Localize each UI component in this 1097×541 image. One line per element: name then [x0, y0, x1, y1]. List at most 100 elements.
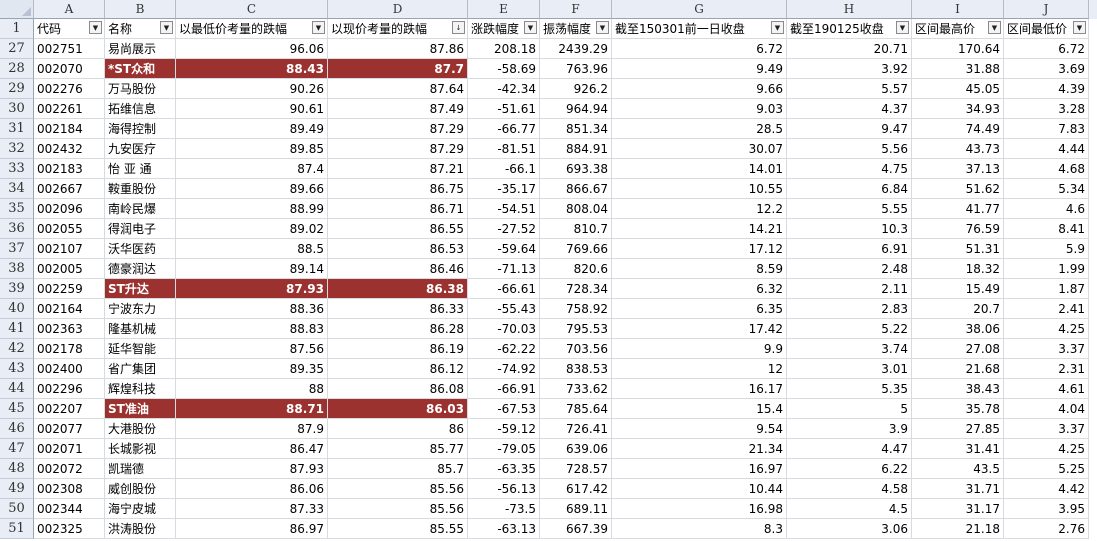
cell-a[interactable]: 002178: [34, 339, 105, 359]
cell-a[interactable]: 002751: [34, 39, 105, 59]
header-cell[interactable]: 截至190125收盘 ▼: [787, 19, 912, 39]
cell-h[interactable]: 5.55: [787, 199, 912, 219]
cell-e[interactable]: -54.51: [468, 199, 540, 219]
cell-e[interactable]: -56.13: [468, 479, 540, 499]
row-number[interactable]: 32: [0, 139, 34, 159]
cell-c[interactable]: 88.71: [176, 399, 328, 419]
cell-i[interactable]: 51.31: [912, 239, 1004, 259]
row-number[interactable]: 28: [0, 59, 34, 79]
cell-b[interactable]: 延华智能: [105, 339, 176, 359]
cell-h[interactable]: 6.91: [787, 239, 912, 259]
cell-f[interactable]: 639.06: [540, 439, 612, 459]
cell-i[interactable]: 37.13: [912, 159, 1004, 179]
cell-a[interactable]: 002276: [34, 79, 105, 99]
cell-j[interactable]: 5.9: [1004, 239, 1089, 259]
cell-d[interactable]: 86: [328, 419, 468, 439]
cell-h[interactable]: 3.74: [787, 339, 912, 359]
cell-g[interactable]: 6.35: [612, 299, 787, 319]
column-header-j[interactable]: J: [1004, 0, 1089, 19]
cell-b[interactable]: 海得控制: [105, 119, 176, 139]
cell-b[interactable]: 沃华医药: [105, 239, 176, 259]
cell-a[interactable]: 002308: [34, 479, 105, 499]
cell-b[interactable]: 得润电子: [105, 219, 176, 239]
cell-i[interactable]: 43.73: [912, 139, 1004, 159]
cell-e[interactable]: -74.92: [468, 359, 540, 379]
cell-d[interactable]: 86.71: [328, 199, 468, 219]
cell-j[interactable]: 2.76: [1004, 519, 1089, 539]
dropdown-icon[interactable]: ▼: [896, 21, 909, 34]
cell-h[interactable]: 5.35: [787, 379, 912, 399]
row-number[interactable]: 46: [0, 419, 34, 439]
cell-f[interactable]: 617.42: [540, 479, 612, 499]
cell-g[interactable]: 10.44: [612, 479, 787, 499]
cell-h[interactable]: 4.5: [787, 499, 912, 519]
cell-d[interactable]: 86.03: [328, 399, 468, 419]
cell-e[interactable]: 208.18: [468, 39, 540, 59]
cell-f[interactable]: 763.96: [540, 59, 612, 79]
cell-a[interactable]: 002077: [34, 419, 105, 439]
cell-f[interactable]: 964.94: [540, 99, 612, 119]
row-number[interactable]: 29: [0, 79, 34, 99]
cell-i[interactable]: 38.06: [912, 319, 1004, 339]
cell-j[interactable]: 3.37: [1004, 419, 1089, 439]
cell-g[interactable]: 8.3: [612, 519, 787, 539]
cell-d[interactable]: 87.49: [328, 99, 468, 119]
dropdown-icon[interactable]: ▼: [771, 21, 784, 34]
row-number[interactable]: 40: [0, 299, 34, 319]
dropdown-icon[interactable]: ▼: [160, 21, 173, 34]
cell-g[interactable]: 12.2: [612, 199, 787, 219]
cell-e[interactable]: -42.34: [468, 79, 540, 99]
cell-j[interactable]: 2.41: [1004, 299, 1089, 319]
cell-f[interactable]: 838.53: [540, 359, 612, 379]
cell-i[interactable]: 34.93: [912, 99, 1004, 119]
cell-c[interactable]: 90.26: [176, 79, 328, 99]
cell-h[interactable]: 6.84: [787, 179, 912, 199]
cell-c[interactable]: 87.93: [176, 279, 328, 299]
cell-e[interactable]: -27.52: [468, 219, 540, 239]
cell-c[interactable]: 89.35: [176, 359, 328, 379]
row-number[interactable]: 42: [0, 339, 34, 359]
cell-i[interactable]: 38.43: [912, 379, 1004, 399]
cell-i[interactable]: 31.17: [912, 499, 1004, 519]
cell-c[interactable]: 87.9: [176, 419, 328, 439]
column-header-a[interactable]: A: [34, 0, 105, 19]
cell-b[interactable]: 万马股份: [105, 79, 176, 99]
row-number[interactable]: 35: [0, 199, 34, 219]
cell-e[interactable]: -55.43: [468, 299, 540, 319]
cell-g[interactable]: 16.98: [612, 499, 787, 519]
cell-a[interactable]: 002259: [34, 279, 105, 299]
header-cell[interactable]: 区间最高价 ▼: [912, 19, 1004, 39]
cell-j[interactable]: 4.44: [1004, 139, 1089, 159]
row-number[interactable]: 47: [0, 439, 34, 459]
cell-i[interactable]: 74.49: [912, 119, 1004, 139]
cell-b[interactable]: 洪涛股份: [105, 519, 176, 539]
cell-g[interactable]: 9.49: [612, 59, 787, 79]
cell-j[interactable]: 4.61: [1004, 379, 1089, 399]
cell-d[interactable]: 86.46: [328, 259, 468, 279]
cell-f[interactable]: 884.91: [540, 139, 612, 159]
cell-j[interactable]: 4.25: [1004, 439, 1089, 459]
cell-i[interactable]: 21.68: [912, 359, 1004, 379]
cell-g[interactable]: 16.97: [612, 459, 787, 479]
cell-j[interactable]: 3.37: [1004, 339, 1089, 359]
column-header-b[interactable]: B: [105, 0, 176, 19]
cell-g[interactable]: 10.55: [612, 179, 787, 199]
cell-g[interactable]: 9.9: [612, 339, 787, 359]
cell-c[interactable]: 89.14: [176, 259, 328, 279]
cell-c[interactable]: 86.97: [176, 519, 328, 539]
cell-i[interactable]: 43.5: [912, 459, 1004, 479]
cell-f[interactable]: 808.04: [540, 199, 612, 219]
cell-e[interactable]: -81.51: [468, 139, 540, 159]
cell-c[interactable]: 88.83: [176, 319, 328, 339]
cell-a[interactable]: 002070: [34, 59, 105, 79]
cell-j[interactable]: 4.68: [1004, 159, 1089, 179]
cell-j[interactable]: 5.34: [1004, 179, 1089, 199]
header-cell[interactable]: 涨跌幅度 ▼: [468, 19, 540, 39]
cell-h[interactable]: 2.83: [787, 299, 912, 319]
cell-e[interactable]: -62.22: [468, 339, 540, 359]
cell-i[interactable]: 41.77: [912, 199, 1004, 219]
cell-b[interactable]: 南岭民爆: [105, 199, 176, 219]
row-number[interactable]: 33: [0, 159, 34, 179]
cell-j[interactable]: 1.87: [1004, 279, 1089, 299]
select-all-corner[interactable]: [0, 0, 34, 19]
